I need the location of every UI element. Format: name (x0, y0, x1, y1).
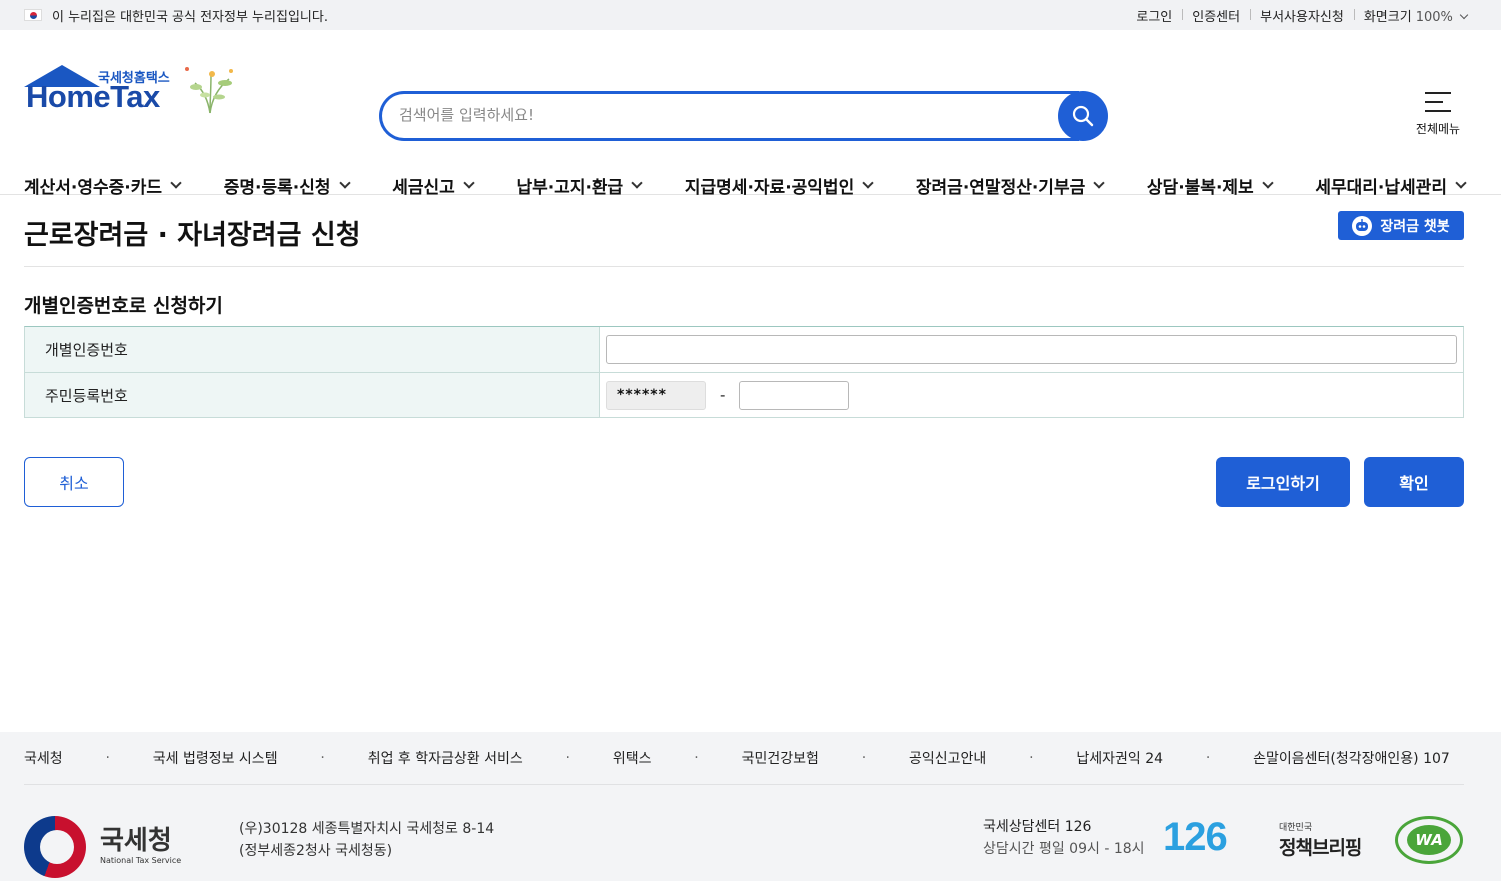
separator-dot: · (694, 750, 699, 766)
cert-center-link[interactable]: 인증센터 (1182, 6, 1250, 25)
call-center-hours: 상담시간 평일 09시 - 18시 (983, 841, 1145, 857)
footer-divider (24, 784, 1464, 785)
footer-link-whistleblower[interactable]: 공익신고안내 (909, 748, 986, 768)
zoom-label: 화면크기 (1363, 9, 1412, 25)
separator-dot: · (1205, 750, 1211, 766)
form-row-auth-number: 개별인증번호 (25, 327, 1463, 372)
login-button[interactable]: 로그인하기 (1216, 457, 1350, 507)
policy-briefing-link[interactable]: 대한민국 정책브리핑 (1279, 820, 1371, 860)
search-input[interactable] (399, 103, 1039, 127)
separator-dot: · (861, 750, 867, 766)
zoom-control[interactable]: 화면크기 100% (1353, 6, 1477, 25)
gov-notice-bar: 이 누리집은 대한민국 공식 전자정부 누리집입니다. 로그인 인증센터 부서사… (0, 0, 1501, 30)
chevron-down-icon (338, 177, 351, 189)
nts-emblem-icon (24, 816, 86, 878)
address-line-1: (우)30128 세종특별자치시 국세청로 8-14 (239, 821, 495, 837)
chevron-down-icon (463, 177, 475, 189)
plant-decoration-icon (185, 67, 233, 114)
auth-number-input[interactable] (606, 335, 1457, 364)
main-content: 근로장려금 · 자녀장려금 신청 장려금 챗봇 개별인증번호로 신청하기 개별인… (0, 195, 1501, 731)
call-center-info: 국세상담센터 126 상담시간 평일 09시 - 18시 (983, 816, 1145, 860)
site-footer: 국세청 · 국세 법령정보 시스템 · 취업 후 학자금상환 서비스 · 위택스… (0, 732, 1501, 881)
ssn-front-field: ****** (606, 380, 706, 410)
chevron-down-icon (1459, 10, 1469, 19)
chevron-down-icon (1262, 177, 1274, 189)
footer-link-nhis[interactable]: 국민건강보험 (742, 748, 819, 768)
footer-link-law[interactable]: 국세 법령정보 시스템 (153, 748, 278, 768)
wa-text: WA (1407, 825, 1451, 855)
chevron-down-icon (631, 177, 643, 189)
title-divider (24, 266, 1464, 267)
hometax-logo[interactable]: 국세청홈택스 HomeTax (24, 65, 239, 145)
separator-dot: · (105, 750, 110, 766)
footer-link-wetax[interactable]: 위택스 (613, 748, 652, 768)
application-form: 개별인증번호 주민등록번호 ****** - (24, 326, 1464, 418)
page-title: 근로장려금 · 자녀장려금 신청 (24, 220, 361, 251)
policy-big-text: 정책브리핑 (1279, 837, 1362, 859)
separator-dot: · (1029, 750, 1034, 766)
footer-link-taxpayer-rights[interactable]: 납세자권익 24 (1076, 748, 1163, 768)
chevron-down-icon (1093, 177, 1105, 189)
nts-name-ko: 국세청 (100, 826, 172, 856)
web-accessibility-mark: WA (1395, 816, 1463, 864)
section-title: 개별인증번호로 신청하기 (24, 295, 223, 317)
login-link[interactable]: 로그인 (1126, 6, 1182, 25)
footer-link-relay-center[interactable]: 손말이음센터(청각장애인용) 107 (1253, 748, 1450, 768)
site-header: 국세청홈택스 HomeTax 전체메뉴 계산서·영수증·카드 (0, 30, 1501, 198)
search-icon (1072, 105, 1094, 127)
auth-number-label: 개별인증번호 (25, 327, 600, 372)
hamburger-icon (1425, 92, 1451, 112)
address-line-2: (정부세종2청사 국세청동) (239, 843, 393, 859)
nts-logo: 국세청 National Tax Service (24, 816, 184, 880)
search-bar (379, 91, 1109, 141)
logo-title: HomeTax (26, 79, 160, 114)
ssn-dash: - (720, 386, 726, 404)
zoom-value: 100% (1415, 9, 1453, 25)
chatbot-label: 장려금 챗봇 (1380, 218, 1450, 235)
korea-flag-icon (24, 9, 42, 21)
ssn-back-input[interactable] (739, 380, 850, 410)
all-menu-button[interactable]: 전체메뉴 (1413, 92, 1463, 137)
gov-notice-text: 이 누리집은 대한민국 공식 전자정부 누리집입니다. (52, 9, 328, 25)
separator-dot: · (565, 750, 570, 766)
cancel-button[interactable]: 취소 (24, 457, 124, 507)
footer-link-student-loan[interactable]: 취업 후 학자금상환 서비스 (368, 748, 523, 768)
search-button[interactable] (1058, 91, 1108, 141)
footer-link-nts[interactable]: 국세청 (24, 748, 63, 768)
footer-links: 국세청 · 국세 법령정보 시스템 · 취업 후 학자금상환 서비스 · 위택스… (24, 748, 1450, 768)
nts-name-en: National Tax Service (100, 856, 182, 865)
chevron-down-icon (1455, 177, 1467, 189)
chevron-down-icon (862, 177, 874, 189)
separator-dot: · (320, 750, 325, 766)
dept-user-link[interactable]: 부서사용자신청 (1250, 6, 1354, 25)
form-row-ssn: 주민등록번호 ****** - (25, 372, 1463, 417)
ssn-label: 주민등록번호 (25, 373, 600, 417)
footer-address: (우)30128 세종특별자치시 국세청로 8-14 (정부세종2청사 국세청동… (239, 818, 494, 862)
bot-icon (1352, 215, 1373, 236)
policy-small-text: 대한민국 (1279, 823, 1313, 833)
confirm-button[interactable]: 확인 (1364, 457, 1464, 507)
chevron-down-icon (170, 177, 182, 189)
all-menu-label: 전체메뉴 (1415, 122, 1461, 136)
call-center-name: 국세상담센터 126 (983, 819, 1092, 835)
chatbot-button[interactable]: 장려금 챗봇 (1338, 211, 1464, 240)
call-126-logo: 126 (1163, 815, 1228, 859)
